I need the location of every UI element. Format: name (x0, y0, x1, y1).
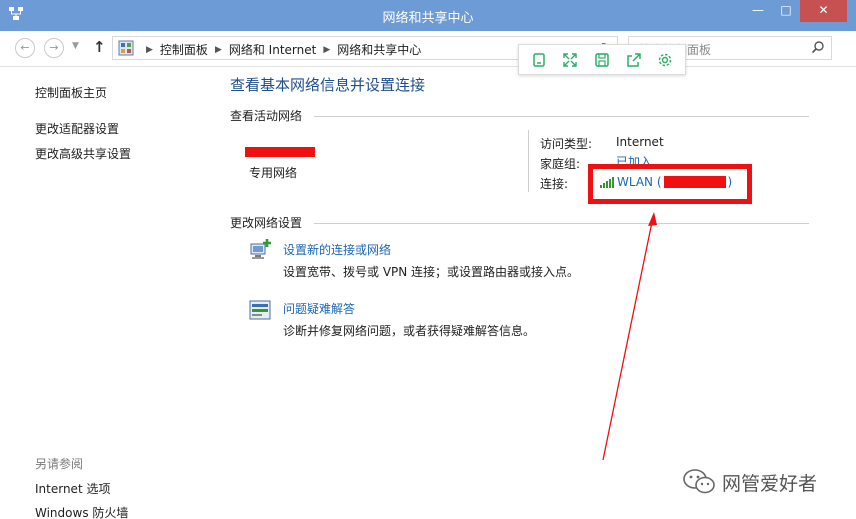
share-icon (626, 52, 641, 67)
back-button[interactable]: ← (15, 38, 35, 58)
breadcrumb-control-panel[interactable]: 控制面板 (160, 41, 208, 58)
breadcrumb-network-internet[interactable]: 网络和 Internet (229, 41, 316, 58)
annotation-highlight-box (588, 164, 752, 204)
close-button[interactable]: ✕ (800, 0, 847, 22)
access-type-value: Internet (616, 135, 664, 149)
network-name-redacted (245, 147, 315, 157)
section-divider (314, 223, 809, 224)
setup-new-connection-link[interactable]: 设置新的连接或网络 (283, 241, 391, 258)
connection-label: 连接: (540, 177, 569, 191)
breadcrumb-sharing-center[interactable]: 网络和共享中心 (337, 41, 421, 58)
copy-icon (533, 52, 545, 67)
watermark-text: 网管爱好者 (722, 472, 818, 495)
breadcrumb-separator[interactable]: ▶ (215, 45, 222, 55)
up-button[interactable]: ↑ (93, 38, 106, 56)
wechat-icon (683, 469, 715, 494)
breadcrumb: ▶ 控制面板 ▶ 网络和 Internet ▶ 网络和共享中心 (139, 41, 421, 58)
watermark: 网管爱好者 (682, 468, 817, 496)
troubleshoot-icon (249, 300, 271, 320)
see-also-heading: 另请参阅 (35, 457, 84, 471)
expand-icon (563, 52, 578, 67)
control-panel-icon (118, 40, 134, 56)
troubleshoot-problems-description: 诊断并修复网络问题，或者获得疑难解答信息。 (283, 324, 536, 338)
control-panel-home-link[interactable]: 控制面板主页 (35, 84, 107, 101)
window-title: 网络和共享中心 (382, 11, 474, 26)
search-icon[interactable] (811, 40, 825, 54)
page-title: 查看基本网络信息并设置连接 (230, 76, 426, 94)
network-type-label: 专用网络 (249, 166, 298, 180)
save-icon (595, 52, 609, 67)
navigation-bar: ← → ▼ ↑ ▶ 控制面板 ▶ 网络和 Internet ▶ 网络和共享中心 … (0, 31, 856, 67)
troubleshoot-problems-link[interactable]: 问题疑难解答 (283, 300, 355, 317)
windows-firewall-link[interactable]: Windows 防火墙 (35, 504, 128, 519)
maximize-button[interactable]: □ (772, 0, 800, 22)
breadcrumb-separator[interactable]: ▶ (323, 45, 330, 55)
access-type-label: 访问类型: (540, 137, 593, 151)
minimize-button[interactable]: — (744, 0, 772, 22)
active-networks-heading: 查看活动网络 (230, 109, 303, 123)
title-bar: 网络和共享中心 — □ ✕ (0, 0, 856, 31)
forward-button[interactable]: → (44, 38, 64, 58)
homegroup-label: 家庭组: (540, 157, 581, 171)
breadcrumb-separator: ▶ (146, 44, 153, 55)
settings-icon (658, 53, 672, 66)
left-navigation-pane: 控制面板主页 更改适配器设置 更改高级共享设置 另请参阅 Internet 选项… (0, 68, 218, 519)
change-adapter-settings-link[interactable]: 更改适配器设置 (35, 120, 119, 137)
internet-options-link[interactable]: Internet 选项 (35, 480, 110, 497)
new-connection-icon (250, 239, 271, 259)
recent-locations-dropdown[interactable]: ▼ (72, 41, 79, 51)
setup-new-connection-description: 设置宽带、拨号或 VPN 连接；或设置路由器或接入点。 (283, 265, 580, 279)
vertical-divider (528, 130, 529, 192)
change-advanced-sharing-link[interactable]: 更改高级共享设置 (35, 145, 131, 162)
change-network-settings-heading: 更改网络设置 (230, 216, 303, 230)
main-content: 查看基本网络信息并设置连接 查看活动网络 专用网络 访问类型: Internet… (218, 68, 856, 519)
section-divider (314, 116, 809, 117)
